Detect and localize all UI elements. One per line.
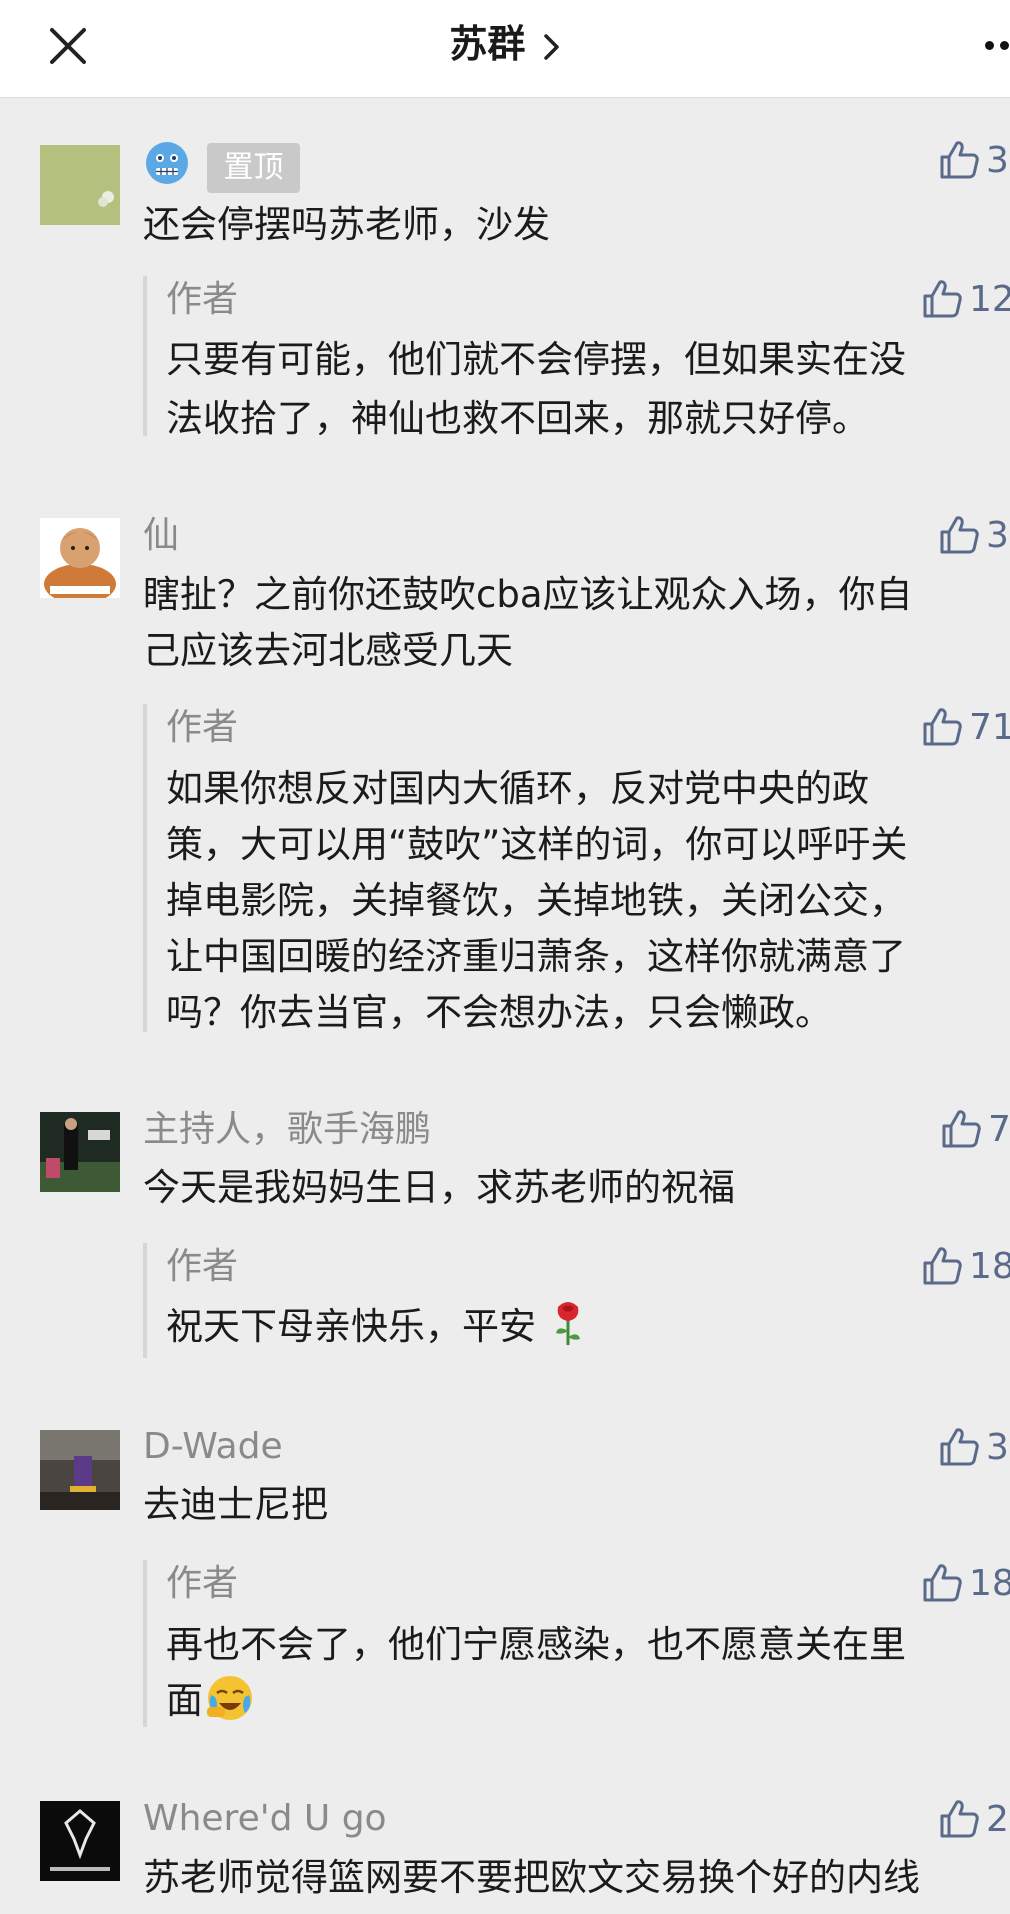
reply-text-line: 只要有可能，他们就不会停摆，但如果实在没 [166, 338, 906, 381]
reply-author-label: 作者 [166, 1563, 239, 1604]
reply-text-line: 祝天下母亲快乐，平安 [166, 1297, 588, 1356]
avatar[interactable] [40, 1112, 120, 1192]
author-reply: 作者 再也不会了，他们宁愿感染，也不愿意关在里 面 [143, 1560, 1010, 1727]
avatar-image [40, 145, 120, 225]
author-reply: 作者 如果你想反对国内大循环，反对党中央的政 策，大可以用“鼓吹”这样的词，你可… [143, 704, 1010, 1034]
comment-text-line: 己应该去河北感受几天 [143, 629, 513, 672]
more-button[interactable] [985, 34, 1010, 58]
thumbs-up-icon [940, 516, 979, 554]
reply-text: 祝天下母亲快乐，平安 [166, 1305, 536, 1348]
reply-text-line: 面 [166, 1671, 255, 1730]
avatar[interactable] [40, 1801, 120, 1881]
like-button[interactable]: 3 [938, 1426, 1009, 1468]
like-count: 7 [988, 1108, 1010, 1150]
reply-text-line: 策，大可以用“鼓吹”这样的词，你可以呼吁关 [166, 823, 908, 866]
thumbs-up-icon [942, 1110, 981, 1148]
avatar-image [40, 1112, 120, 1192]
comment-author[interactable]: 主持人，歌手海鹏 [143, 1106, 431, 1154]
reply-text-line: 让中国回暖的经济重归萧条，这样你就满意了 [166, 935, 906, 978]
comment-text: 苏老师觉得篮网要不要把欧文交易换个好的内线 [143, 1856, 920, 1899]
like-count: 71 [969, 706, 1010, 748]
rose-emoji [556, 1302, 580, 1345]
like-button[interactable]: 3 [938, 514, 1009, 556]
reply-text: 面 [166, 1679, 203, 1722]
reply-like-button[interactable]: 71 [921, 706, 1010, 748]
avatar[interactable] [40, 518, 120, 598]
comment-text-line: 瞎扯？之前你还鼓吹cba应该让观众入场，你自 [143, 573, 913, 616]
crying-face-emoji [207, 1676, 252, 1720]
comment-text: 今天是我妈妈生日，求苏老师的祝福 [143, 1166, 735, 1209]
like-count: 3 [986, 139, 1009, 181]
reply-text-line: 掉电影院，关掉餐饮，关掉地铁，关闭公交， [166, 879, 906, 922]
like-count: 2 [986, 1798, 1009, 1840]
like-button[interactable]: 7 [940, 1108, 1010, 1150]
comment-author[interactable]: Where'd U go [143, 1795, 387, 1843]
like-button[interactable]: 3 [938, 139, 1009, 181]
like-count: 18 [969, 1245, 1010, 1287]
like-count: 3 [986, 1426, 1009, 1468]
reply-text-line: 法收拾了，神仙也救不回来，那就只好停。 [166, 397, 869, 440]
avatar[interactable] [40, 145, 120, 225]
avatar-image [40, 1430, 120, 1510]
thumbs-up-icon [923, 280, 962, 318]
comment-author[interactable]: 仙 [143, 512, 179, 560]
reply-like-button[interactable]: 18 [921, 1245, 1010, 1287]
thumbs-up-icon [923, 708, 962, 746]
reply-author-label: 作者 [166, 279, 239, 320]
more-icon-dot [1000, 41, 1009, 50]
reply-text-line: 如果你想反对国内大循环，反对党中央的政 [166, 767, 869, 810]
reply-author-label: 作者 [166, 707, 239, 748]
comment-text: 去迪士尼把 [143, 1483, 328, 1526]
reply-text-line: 再也不会了，他们宁愿感染，也不愿意关在里 [166, 1623, 906, 1666]
chevron-right-icon [543, 33, 559, 60]
thumbs-up-icon [940, 141, 979, 179]
thumbs-up-icon [940, 1800, 979, 1838]
reply-text-line: 吗？你去当官，不会想办法，只会懒政。 [166, 991, 832, 1034]
reply-like-button[interactable]: 18 [921, 1562, 1010, 1604]
page-title: 苏群 [449, 22, 526, 66]
thumbs-up-icon [923, 1247, 962, 1285]
avatar-image [40, 518, 120, 598]
comment-author[interactable]: D-Wade [143, 1423, 283, 1471]
comment-text: 还会停摆吗苏老师，沙发 [143, 203, 550, 246]
avatar-image [40, 1801, 120, 1881]
page-title-button[interactable]: 苏群 [0, 18, 1010, 70]
thumbs-up-icon [940, 1428, 979, 1466]
reply-like-button[interactable]: 12 [921, 278, 1010, 320]
like-button[interactable]: 2 [938, 1798, 1009, 1840]
author-reply: 作者 只要有可能，他们就不会停摆，但如果实在没 法收拾了，神仙也救不回来，那就只… [143, 276, 1010, 440]
pinned-badge: 置顶 [207, 143, 300, 193]
cold-face-emoji [146, 142, 188, 184]
thumbs-up-icon [923, 1564, 962, 1602]
like-count: 12 [969, 278, 1010, 320]
author-reply: 作者 祝天下母亲快乐，平安 [143, 1243, 1010, 1358]
like-count: 18 [969, 1562, 1010, 1604]
more-icon [985, 41, 994, 50]
avatar[interactable] [40, 1430, 120, 1510]
reply-author-label: 作者 [166, 1246, 239, 1287]
like-count: 3 [986, 514, 1009, 556]
top-bar: 苏群 [0, 0, 1010, 98]
